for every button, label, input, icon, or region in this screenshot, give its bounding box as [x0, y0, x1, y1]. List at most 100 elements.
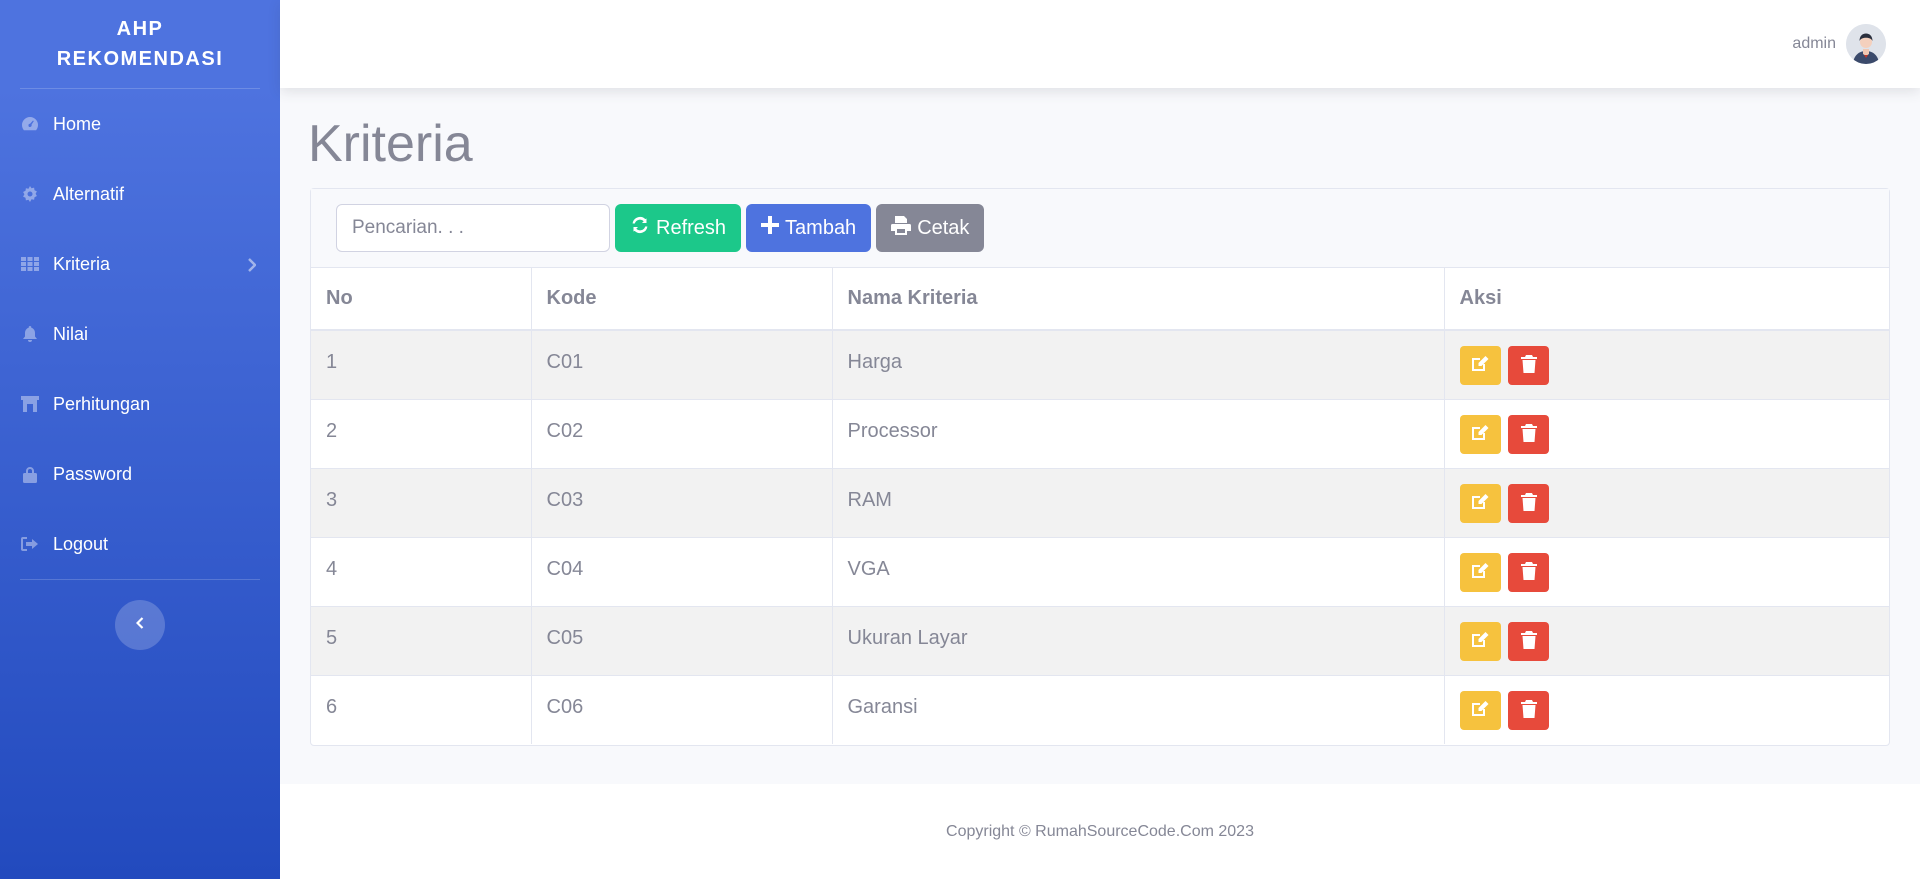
cell-actions [1444, 674, 1889, 744]
lock-icon [21, 465, 39, 483]
edit-icon [1470, 631, 1490, 652]
column-header-no[interactable]: No [311, 268, 532, 331]
print-label: Cetak [917, 216, 970, 239]
edit-button[interactable] [1459, 621, 1501, 661]
table-row: 6 C06 Garansi [311, 674, 1889, 744]
edit-icon [1470, 493, 1490, 514]
cell-kode: C06 [531, 674, 833, 744]
delete-button[interactable] [1508, 552, 1550, 592]
sidebar-item-kriteria[interactable]: Kriteria [0, 229, 280, 299]
tachometer-icon [21, 115, 39, 133]
table-header-row: No Kode Nama Kriteria Aksi [311, 268, 1889, 331]
column-header-nama[interactable]: Nama Kriteria [832, 268, 1445, 331]
trash-icon [1520, 561, 1537, 583]
brand-line-2: REKOMENDASI [56, 48, 224, 70]
print-button[interactable]: Cetak [876, 204, 985, 252]
cell-no: 3 [311, 467, 532, 537]
delete-button[interactable] [1508, 483, 1550, 523]
trash-icon [1520, 423, 1537, 445]
refresh-label: Refresh [656, 216, 727, 239]
table-row: 5 C05 Ukuran Layar [311, 605, 1889, 675]
edit-icon [1470, 700, 1490, 721]
page-title: Kriteria [308, 115, 473, 173]
sidebar-item-nilai[interactable]: Nilai [0, 299, 280, 369]
add-button[interactable]: Tambah [746, 204, 872, 252]
copyright-text: Copyright © RumahSourceCode.Com 2023 [946, 822, 1254, 840]
delete-button[interactable] [1508, 346, 1550, 385]
cell-no: 4 [311, 536, 532, 606]
sidebar-item-label: Kriteria [53, 253, 111, 274]
cell-kode: C05 [531, 605, 833, 675]
edit-icon [1470, 562, 1490, 583]
sidebar-item-label: Password [53, 463, 133, 484]
cell-no: 6 [311, 674, 532, 744]
cell-kode: C03 [531, 467, 833, 537]
add-label: Tambah [785, 216, 857, 239]
plus-icon [761, 216, 780, 240]
sidebar-item-logout[interactable]: Logout [0, 509, 280, 579]
column-header-aksi[interactable]: Aksi [1444, 268, 1889, 331]
cell-nama: Ukuran Layar [832, 605, 1445, 675]
sidebar-item-password[interactable]: Password [0, 439, 280, 509]
sign-out-icon [21, 535, 39, 553]
refresh-button[interactable]: Refresh [615, 204, 742, 252]
cell-kode: C02 [531, 398, 833, 468]
brand-line-1: AHP [116, 18, 164, 40]
sidebar-divider [20, 579, 260, 580]
cell-nama: RAM [832, 467, 1445, 537]
sidebar-toggle-wrap [0, 600, 280, 650]
cell-actions [1444, 536, 1889, 606]
refresh-icon [630, 215, 650, 241]
table-row: 1 C01 Harga [311, 329, 1889, 399]
edit-button[interactable] [1459, 690, 1501, 730]
cog-icon [21, 185, 39, 203]
sidebar-toggle-button[interactable] [115, 600, 165, 650]
chevron-right-icon [247, 256, 257, 277]
delete-button[interactable] [1508, 690, 1550, 730]
cell-actions [1444, 467, 1889, 537]
sidebar-item-alternatif[interactable]: Alternatif [0, 159, 280, 229]
sidebar-item-label: Logout [53, 533, 109, 554]
sidebar-item-label: Alternatif [53, 183, 125, 204]
sidebar-brand[interactable]: AHP REKOMENDASI [0, 0, 280, 88]
table-row: 2 C02 Processor [311, 398, 1889, 468]
edit-button[interactable] [1459, 552, 1501, 592]
sidebar: AHP REKOMENDASI Home Alternatif Kriteria… [0, 0, 280, 879]
footer: Copyright © RumahSourceCode.Com 2023 [280, 784, 1920, 879]
table-icon [21, 255, 39, 273]
building-icon [21, 395, 39, 413]
user-name: admin [1792, 35, 1836, 52]
cell-actions [1444, 398, 1889, 468]
cell-kode: C04 [531, 536, 833, 606]
edit-button[interactable] [1459, 346, 1501, 385]
table-row: 4 C04 VGA [311, 536, 1889, 606]
cell-no: 1 [311, 329, 532, 399]
cell-actions [1444, 605, 1889, 675]
bell-icon [21, 325, 39, 343]
delete-button[interactable] [1508, 621, 1550, 661]
sidebar-item-label: Nilai [53, 323, 89, 344]
edit-button[interactable] [1459, 483, 1501, 523]
trash-icon [1520, 699, 1537, 721]
trash-icon [1520, 492, 1537, 514]
column-header-kode[interactable]: Kode [531, 268, 833, 331]
cell-no: 2 [311, 398, 532, 468]
edit-icon [1470, 424, 1490, 445]
delete-button[interactable] [1508, 414, 1550, 454]
cell-nama: Harga [832, 329, 1445, 399]
topbar: admin [280, 0, 1920, 88]
user-menu[interactable]: admin [1792, 24, 1886, 64]
sidebar-item-home[interactable]: Home [0, 89, 280, 159]
cell-nama: Garansi [832, 674, 1445, 744]
edit-button[interactable] [1459, 414, 1501, 454]
sidebar-item-perhitungan[interactable]: Perhitungan [0, 369, 280, 439]
kriteria-table: No Kode Nama Kriteria Aksi 1 C01 Harga 2… [311, 268, 1889, 744]
cell-actions [1444, 329, 1889, 399]
search-input[interactable] [336, 204, 610, 252]
sidebar-item-label: Home [53, 113, 102, 134]
edit-icon [1470, 355, 1490, 376]
cell-kode: C01 [531, 329, 833, 399]
chevron-left-icon [135, 616, 144, 634]
sidebar-item-label: Perhitungan [53, 393, 151, 414]
trash-icon [1520, 630, 1537, 652]
